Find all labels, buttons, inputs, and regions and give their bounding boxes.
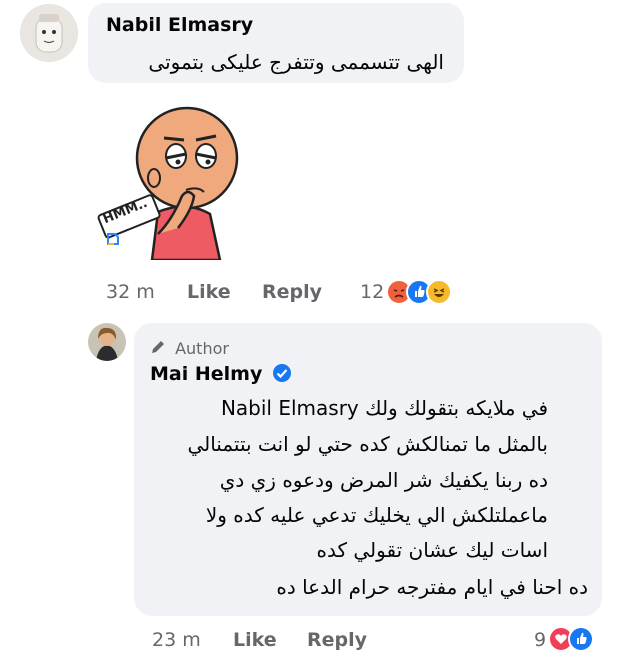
sticker-pack-icon[interactable] [106, 231, 120, 245]
reply-button[interactable]: Reply [307, 629, 367, 651]
comment-line-6: ده احنا في ايام مفترجه حرام الدعا ده [276, 575, 588, 599]
haha-icon [426, 279, 452, 305]
avatar-image [20, 4, 78, 62]
comment-line-2: بالمثل ما تمنالكش كده حتي لو انت بتتمنال… [187, 432, 548, 456]
comment-author-name[interactable]: Mai Helmy [150, 363, 292, 388]
reaction-count[interactable]: 9 [534, 629, 546, 651]
avatar-image [88, 323, 126, 361]
pencil-icon [150, 339, 166, 359]
like-button[interactable]: Like [187, 281, 231, 303]
like-icon [568, 626, 594, 652]
author-badge-label: Author [175, 339, 229, 358]
comment-line-4: ماعملتلكش الي يخليك تدعي عليه كده ولا [205, 503, 548, 527]
reactions-group[interactable] [386, 279, 466, 305]
author-badge: Author [150, 338, 229, 359]
comment-line-5: اسات ليك عشان تقولي كده [316, 538, 548, 562]
comment-author-name[interactable]: Nabil Elmasry [106, 14, 253, 36]
verified-badge-icon [272, 363, 292, 388]
avatar-mai[interactable] [88, 323, 126, 361]
comment-line-3: ده ربنا يكفيك شر المرض ودعوه زي دي [219, 468, 548, 492]
comment-line-1: في ملايكه بتقولك ولك Nabil Elmasry [220, 396, 548, 420]
reactions-group[interactable] [548, 626, 604, 652]
comment-text: الهى تتسممى وتتفرج عليكى بتموتى [148, 50, 444, 74]
reaction-count[interactable]: 12 [360, 281, 384, 303]
comment-time[interactable]: 23 m [152, 629, 201, 651]
avatar-nabil[interactable] [20, 4, 78, 62]
like-button[interactable]: Like [233, 629, 277, 651]
comment-time[interactable]: 32 m [106, 281, 155, 303]
reply-button[interactable]: Reply [262, 281, 322, 303]
